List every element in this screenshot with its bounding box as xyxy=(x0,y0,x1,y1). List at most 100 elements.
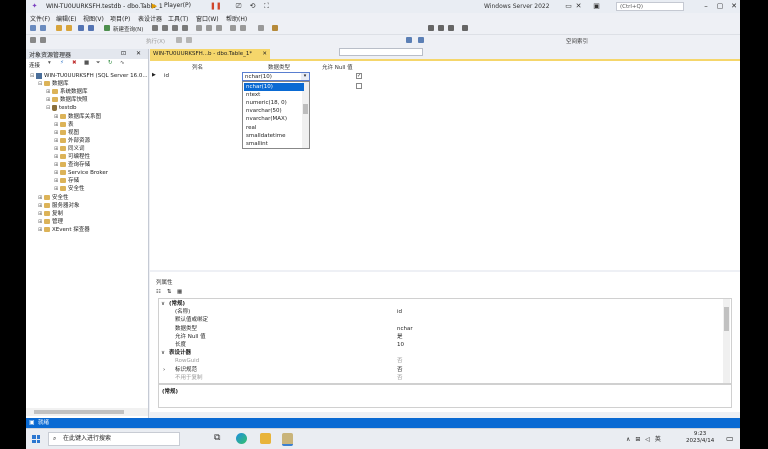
data-type-option[interactable]: smallint xyxy=(244,140,304,148)
connect-dropdown-icon[interactable]: ▾ xyxy=(48,60,51,66)
undo-icon[interactable] xyxy=(230,25,236,31)
property-value[interactable]: nchar xyxy=(397,325,413,333)
pause-icon[interactable]: ❚❚ xyxy=(210,2,222,11)
property-category[interactable]: ∨ (常规) xyxy=(159,300,723,308)
save-all-icon[interactable] xyxy=(88,25,94,31)
row-selector-icon[interactable]: ▶ xyxy=(152,72,156,78)
data-type-option[interactable]: nchar(10) xyxy=(244,83,304,91)
task-view-icon[interactable]: ⧉ xyxy=(214,433,220,443)
database-combo[interactable] xyxy=(339,48,423,56)
ime-indicator[interactable]: 英 xyxy=(655,436,661,443)
vm-close-icon[interactable]: ✕ xyxy=(574,2,583,11)
edge-icon[interactable] xyxy=(236,433,247,444)
property-row[interactable]: 允许 Null 值 是 xyxy=(159,333,723,341)
find-icon[interactable] xyxy=(272,25,278,31)
property-row[interactable]: 默认值或绑定 xyxy=(159,316,723,324)
quick-launch-search[interactable]: (Ctrl+Q) xyxy=(616,2,684,11)
tree-node[interactable]: ⊟ 数据库 xyxy=(38,80,69,88)
connect-db-icon[interactable]: ⚡ xyxy=(60,60,64,66)
property-row[interactable]: 不用于复制 否 xyxy=(159,374,723,382)
snapshot-icon[interactable]: ⟲ xyxy=(248,2,257,11)
property-value[interactable]: 否 xyxy=(397,366,403,374)
data-type-option[interactable]: real xyxy=(244,124,304,132)
open-icon[interactable] xyxy=(66,25,72,31)
connect-button[interactable]: 连接 xyxy=(29,61,40,69)
spatial-index-button[interactable]: 空间索引 xyxy=(566,37,588,45)
tree-node[interactable]: ⊟ testdb xyxy=(46,104,77,112)
tree-node[interactable]: ⊞ 安全性 xyxy=(54,185,85,193)
tree-node[interactable]: ⊞ 复制 xyxy=(38,210,63,218)
menu-file[interactable]: 文件(F) xyxy=(30,14,50,23)
menu-project[interactable]: 项目(P) xyxy=(110,14,130,23)
close-button[interactable]: ✕ xyxy=(728,2,740,11)
tree-node[interactable]: ⊞ 管理 xyxy=(38,218,63,226)
tree-node[interactable]: ⊞ 表 xyxy=(54,121,74,129)
toolbox-icon[interactable] xyxy=(448,25,454,31)
debug-icon[interactable] xyxy=(258,25,264,31)
execute-button[interactable]: 执行(X) xyxy=(146,37,165,45)
menu-edit[interactable]: 编辑(E) xyxy=(56,14,76,23)
new-query-button[interactable]: 新建查询(N) xyxy=(113,25,143,33)
tree-node[interactable]: ⊞ 存储 xyxy=(54,177,79,185)
stop-icon[interactable]: ■ xyxy=(84,60,89,66)
allow-null-checkbox-empty[interactable] xyxy=(356,83,362,89)
chevron-down-icon[interactable]: ▾ xyxy=(301,73,309,80)
toolbar-icon-b[interactable] xyxy=(40,37,46,43)
notification-icon[interactable]: ▭ xyxy=(726,434,734,443)
tree-node[interactable]: ⊞ 安全性 xyxy=(38,194,69,202)
properties-icon[interactable] xyxy=(428,25,434,31)
vm-icon[interactable]: ⎚ xyxy=(234,2,243,11)
object-explorer-icon[interactable] xyxy=(438,25,444,31)
property-expand-icon[interactable]: › xyxy=(163,366,165,374)
copy-icon[interactable] xyxy=(206,25,212,31)
property-value[interactable]: 是 xyxy=(397,333,403,341)
paste-icon[interactable] xyxy=(216,25,222,31)
xmla-icon[interactable] xyxy=(182,25,188,31)
unity-icon[interactable]: ▣ xyxy=(592,2,601,11)
back-icon[interactable] xyxy=(30,25,36,31)
property-row[interactable]: 长度 10 xyxy=(159,341,723,349)
toolbar-icon-a[interactable] xyxy=(30,37,36,43)
panel-close-icon[interactable]: ✕ xyxy=(136,50,141,57)
filter-icon[interactable]: ⏷ xyxy=(96,60,100,67)
tree-node[interactable]: ⊟ WIN-TU0UURKSFH (SQL Server 16.0... xyxy=(30,72,148,80)
fullscreen-icon[interactable]: ⛶ xyxy=(262,2,271,11)
tree-node[interactable]: ⊞ 同义词 xyxy=(54,145,85,153)
network-icon[interactable]: ⊞ xyxy=(635,436,640,443)
plan-icon[interactable] xyxy=(186,37,192,43)
clock[interactable]: 9:23 2023/4/14 xyxy=(686,431,714,445)
object-explorer-hscrollbar[interactable] xyxy=(26,408,148,416)
relationships-icon[interactable] xyxy=(418,37,424,43)
tree-node[interactable]: ⊞ 系统数据库 xyxy=(46,88,88,96)
categorized-icon[interactable]: ☷ xyxy=(156,289,161,295)
player-icon[interactable]: ▶ xyxy=(150,2,159,11)
vm-view-icon[interactable]: ▭ xyxy=(564,2,573,11)
category-collapse-icon[interactable]: ∨ xyxy=(161,300,165,308)
property-row[interactable]: › 标识规范 否 xyxy=(159,366,723,374)
data-type-dropdown-list[interactable]: nchar(10) ntext numeric(18, 0) nvarchar(50)… xyxy=(242,81,310,149)
table-designer-icon[interactable] xyxy=(406,37,412,43)
category-collapse-icon[interactable]: ∨ xyxy=(161,349,165,357)
data-type-combo[interactable]: nchar(10) ▾ xyxy=(242,72,310,81)
data-type-option[interactable]: numeric(18, 0) xyxy=(244,99,304,107)
refresh-icon[interactable]: ↻ xyxy=(108,60,113,66)
maximize-button[interactable]: ▢ xyxy=(714,2,726,11)
column-name-cell[interactable]: id xyxy=(164,73,169,79)
tree-node[interactable]: ⊞ Service Broker xyxy=(54,169,108,177)
volume-icon[interactable]: ◁ xyxy=(645,436,650,443)
db-query-icon[interactable] xyxy=(152,25,158,31)
dmx-icon[interactable] xyxy=(172,25,178,31)
pin-icon[interactable]: ⊡ xyxy=(121,50,126,57)
property-category[interactable]: ∨ 表设计器 xyxy=(159,349,723,357)
menu-help[interactable]: 帮助(H) xyxy=(226,14,247,23)
save-icon[interactable] xyxy=(78,25,84,31)
properties-scroll-thumb[interactable] xyxy=(724,307,729,331)
allow-null-checkbox[interactable]: ✓ xyxy=(356,73,362,79)
menu-window[interactable]: 窗口(W) xyxy=(196,14,219,23)
property-row[interactable]: 数据类型 nchar xyxy=(159,325,723,333)
tree-node[interactable]: ⊞ 数据库关系图 xyxy=(54,113,101,121)
parse-icon[interactable] xyxy=(176,37,182,43)
new-query-icon[interactable] xyxy=(104,25,110,31)
tree-node[interactable]: ⊞ 查询存储 xyxy=(54,161,90,169)
property-value[interactable]: 否 xyxy=(397,357,403,365)
